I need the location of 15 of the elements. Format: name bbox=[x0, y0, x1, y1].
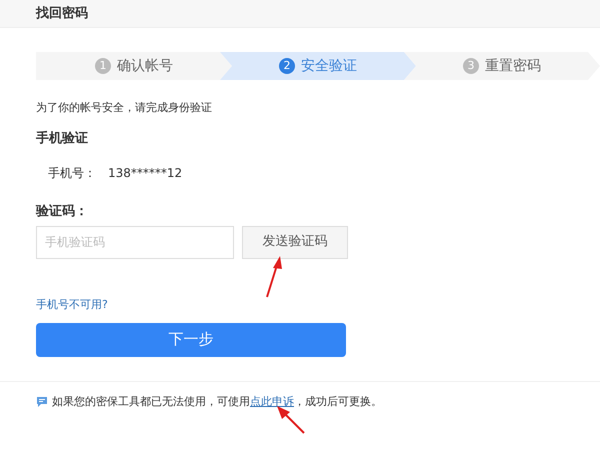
page-title: 找回密码 bbox=[36, 4, 88, 23]
phone-label: 手机号： bbox=[48, 165, 96, 182]
code-label: 验证码： bbox=[36, 203, 89, 221]
section-title: 手机验证 bbox=[36, 130, 89, 148]
send-code-button[interactable]: 发送验证码 bbox=[242, 226, 348, 258]
appeal-link[interactable]: 点此申诉 bbox=[250, 394, 294, 408]
chat-icon bbox=[36, 396, 48, 408]
annotation-arrow bbox=[277, 406, 305, 434]
annotation-arrow bbox=[266, 256, 282, 298]
phone-unavailable-link[interactable]: 手机号不可用? bbox=[36, 298, 108, 310]
next-step-button[interactable]: 下一步 bbox=[36, 322, 346, 356]
notice-text: 如果您的密保工具都已无法使用，可使用点此申诉，成功后可更换。 bbox=[52, 394, 382, 410]
phone-number: 138******12 bbox=[108, 165, 182, 182]
intro-text: 为了你的帐号安全，请完成身份验证 bbox=[36, 100, 213, 116]
code-input-field[interactable]: 手机验证码 bbox=[36, 226, 234, 258]
